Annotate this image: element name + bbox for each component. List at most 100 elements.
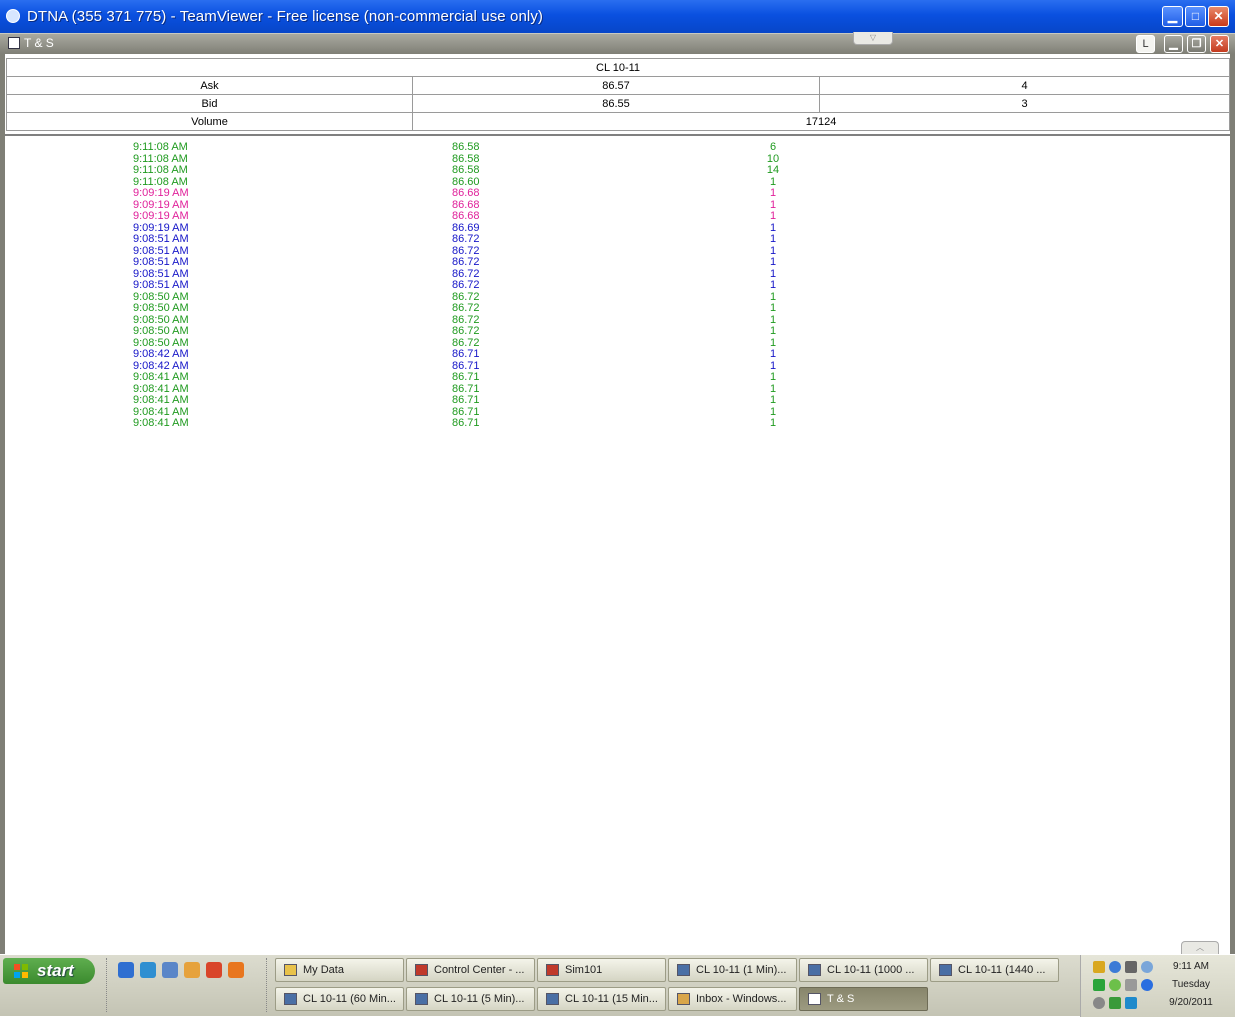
trade-price: 86.72 xyxy=(452,256,480,268)
trade-row: 9:11:08 AM 86.58 6 xyxy=(6,141,1229,154)
security-icon[interactable] xyxy=(1093,979,1105,991)
ts-window-bar[interactable]: T & S ▽ L ▁ ❐ ✕ xyxy=(0,32,1235,54)
minimize-button[interactable]: ▁ xyxy=(1162,6,1183,27)
trade-row: 9:08:51 AM 86.72 1 xyxy=(6,245,1229,258)
quote-table: CL 10-11 Ask 86.57 4 Bid 86.55 3 Volume … xyxy=(5,58,1231,131)
toolbar-grip[interactable] xyxy=(106,958,110,1012)
close-button[interactable]: ✕ xyxy=(1208,6,1229,27)
restore-icon: ❐ xyxy=(1191,38,1202,50)
trade-time: 9:09:19 AM xyxy=(133,187,189,199)
minimize-icon: ▁ xyxy=(1167,9,1178,23)
messenger-icon[interactable] xyxy=(1125,997,1137,1009)
taskbar-button-label: Inbox - Windows... xyxy=(696,993,787,1005)
taskbar-button[interactable]: CL 10-11 (15 Min... xyxy=(537,987,666,1011)
clock-time[interactable]: 9:11 AM xyxy=(1165,961,1217,972)
inner-minimize-button[interactable]: ▁ xyxy=(1164,35,1183,53)
grid-icon xyxy=(8,37,20,49)
antivirus-icon[interactable] xyxy=(1109,997,1121,1009)
mail-icon xyxy=(677,993,690,1005)
taskbar-button-label: Control Center - ... xyxy=(434,964,525,976)
volume-icon[interactable] xyxy=(1125,961,1137,973)
network-icon[interactable] xyxy=(1093,961,1105,973)
trade-size: 14 xyxy=(766,164,780,176)
trade-price: 86.68 xyxy=(452,210,480,222)
nvidia-icon[interactable] xyxy=(1109,979,1121,991)
update-icon[interactable] xyxy=(1093,997,1105,1009)
trade-size: 1 xyxy=(769,394,777,406)
trade-row: 9:11:08 AM 86.60 1 xyxy=(6,176,1229,189)
taskbar-button-label: T & S xyxy=(827,993,855,1005)
taskbar-button-label: My Data xyxy=(303,964,344,976)
trade-time: 9:08:41 AM xyxy=(133,394,189,406)
taskbar-button-label: CL 10-11 (1000 ... xyxy=(827,964,915,976)
teamviewer-title-bar[interactable]: DTNA (355 371 775) - TeamViewer - Free l… xyxy=(0,0,1235,33)
sync-icon[interactable] xyxy=(1109,961,1121,973)
taskbar-button-label: CL 10-11 (60 Min... xyxy=(303,993,396,1005)
taskbar-button-label: Sim101 xyxy=(565,964,603,976)
volume-row: Volume 17124 xyxy=(6,112,1231,131)
taskbar-button[interactable]: CL 10-11 (1 Min)... xyxy=(668,958,797,982)
internet-explorer-icon[interactable] xyxy=(118,962,134,978)
toolbar-grip[interactable] xyxy=(266,958,270,1012)
media-player-icon[interactable] xyxy=(140,962,156,978)
inner-restore-button[interactable]: ❐ xyxy=(1187,35,1206,53)
trade-price: 86.58 xyxy=(452,141,480,153)
search-icon[interactable] xyxy=(1141,961,1153,973)
maximize-icon: □ xyxy=(1191,9,1200,23)
trade-price: 86.71 xyxy=(452,394,480,406)
taskbar-button[interactable]: CL 10-11 (1000 ... xyxy=(799,958,928,982)
trade-size: 1 xyxy=(769,348,777,360)
teamviewer-panel-tab[interactable]: ▽ xyxy=(853,32,893,45)
outlook-icon[interactable] xyxy=(184,962,200,978)
ask-size: 4 xyxy=(818,76,1231,95)
trade-size: 6 xyxy=(769,141,777,153)
trade-row: 9:08:42 AM 86.71 1 xyxy=(6,348,1229,361)
taskbar-button[interactable]: CL 10-11 (60 Min... xyxy=(275,987,404,1011)
window-frame-left xyxy=(0,54,5,954)
trade-size: 1 xyxy=(769,325,777,337)
taskbar-button[interactable]: Inbox - Windows... xyxy=(668,987,797,1011)
windows-explorer-icon[interactable] xyxy=(162,962,178,978)
time-and-sales-list[interactable]: 9:11:08 AM 86.58 6 9:11:08 AM 86.58 10 9:11:08… xyxy=(6,141,1229,430)
bid-row: Bid 86.55 3 xyxy=(6,94,1231,113)
taskbar-button[interactable]: Control Center - ... xyxy=(406,958,535,982)
trade-row: 9:08:50 AM 86.72 1 xyxy=(6,302,1229,315)
trade-row: 9:08:41 AM 86.71 1 xyxy=(6,394,1229,407)
taskbar: start My Data Control Center - ... Sim101 C… xyxy=(0,954,1235,1017)
bluetooth-icon[interactable] xyxy=(1125,979,1137,991)
trade-row: 9:08:51 AM 86.72 1 xyxy=(6,233,1229,246)
trade-row: 9:08:41 AM 86.71 1 xyxy=(6,371,1229,384)
taskbar-button[interactable]: CL 10-11 (5 Min)... xyxy=(406,987,535,1011)
chevron-down-icon: ▽ xyxy=(869,33,877,42)
paint-icon[interactable] xyxy=(206,962,222,978)
taskbar-button[interactable]: Sim101 xyxy=(537,958,666,982)
maximize-button[interactable]: □ xyxy=(1185,6,1206,27)
trade-row: 9:08:41 AM 86.71 1 xyxy=(6,406,1229,419)
taskbar-button[interactable]: My Data xyxy=(275,958,404,982)
inner-close-button[interactable]: ✕ xyxy=(1210,35,1229,53)
trade-row: 9:08:51 AM 86.72 1 xyxy=(6,256,1229,269)
ninjatrader-icon xyxy=(415,964,428,976)
start-button[interactable]: start xyxy=(3,958,95,984)
trade-price: 86.71 xyxy=(452,348,480,360)
trade-price: 86.72 xyxy=(452,233,480,245)
teamviewer-tray-icon[interactable] xyxy=(1141,979,1153,991)
chart-icon xyxy=(546,993,559,1005)
taskbar-button[interactable]: T & S xyxy=(799,987,928,1011)
clock-day: Tuesday xyxy=(1172,979,1210,990)
bid-label: Bid xyxy=(6,94,413,113)
taskbar-button-label: CL 10-11 (1440 ... xyxy=(958,964,1046,976)
teamviewer-icon xyxy=(6,9,20,23)
trade-size: 1 xyxy=(769,417,777,429)
clock-date: 9/20/2011 xyxy=(1169,997,1213,1008)
firefox-icon[interactable] xyxy=(228,962,244,978)
trade-row: 9:09:19 AM 86.69 1 xyxy=(6,222,1229,235)
chart-icon xyxy=(415,993,428,1005)
trade-time: 9:08:42 AM xyxy=(133,348,189,360)
taskbar-button-label: CL 10-11 (1 Min)... xyxy=(696,964,787,976)
taskbar-button[interactable]: CL 10-11 (1440 ... xyxy=(930,958,1059,982)
window-frame-right xyxy=(1230,54,1235,954)
system-tray: 9:11 AM Tuesday 9/20/2011 xyxy=(1080,955,1235,1017)
link-button[interactable]: L xyxy=(1136,35,1155,53)
scroll-up-tab[interactable]: ︿ xyxy=(1181,941,1219,954)
